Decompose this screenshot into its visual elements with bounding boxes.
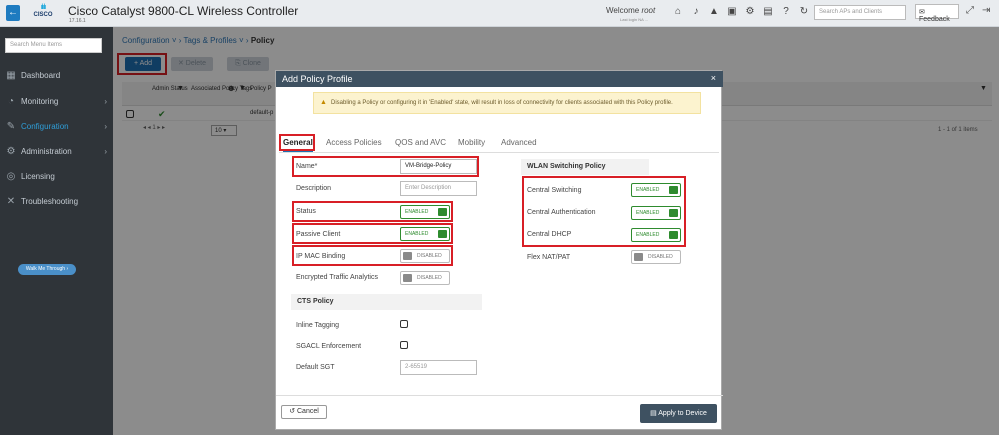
administration-icon: ⚙ — [6, 145, 16, 157]
bell-icon[interactable]: ♪ — [690, 6, 702, 18]
configuration-icon: ✎ — [6, 120, 16, 132]
refresh-icon[interactable]: ↻ — [798, 6, 810, 18]
envelope-icon: ✉ — [919, 9, 925, 16]
highlight-box — [292, 245, 453, 266]
document-icon[interactable]: ▤ — [762, 6, 774, 18]
back-arrow-icon[interactable]: ← — [6, 5, 20, 21]
cancel-button[interactable]: ↺ Cancel — [281, 405, 327, 419]
gear-icon[interactable]: ⚙ — [744, 6, 756, 18]
default-sgt-input[interactable]: 2-65519 — [400, 360, 477, 375]
dialog-footer: ↺ Cancel ▤ Apply to Device — [276, 395, 723, 431]
wlan-switching-heading: WLAN Switching Policy — [521, 159, 649, 175]
chevron-right-icon: › — [104, 146, 107, 156]
dialog-title: Add Policy Profile — [276, 71, 723, 87]
sidebar-item-administration[interactable]: ⚙ Administration › — [0, 140, 113, 162]
sgacl-label: SGACL Enforcement — [296, 343, 362, 350]
tab-advanced[interactable]: Advanced — [501, 138, 537, 147]
tab-mobility[interactable]: Mobility — [458, 138, 485, 147]
sidebar-item-configuration[interactable]: ✎ Configuration › — [0, 115, 113, 137]
inline-tagging-label: Inline Tagging — [296, 322, 340, 329]
warning-icon[interactable]: ▲ — [708, 6, 720, 18]
chevron-right-icon: › — [104, 121, 107, 131]
home-icon[interactable]: ⌂ — [672, 6, 684, 18]
inline-tagging-checkbox[interactable] — [400, 320, 408, 328]
sidebar-item-monitoring[interactable]: ◔ Monitoring › — [0, 90, 113, 112]
default-sgt-label: Default SGT — [296, 364, 335, 371]
chevron-right-icon: › — [104, 96, 107, 106]
dialog-tabs: General Access Policies QOS and AVC Mobi… — [279, 135, 719, 153]
sidebar-item-dashboard[interactable]: ▦ Dashboard — [0, 64, 113, 86]
description-label: Description — [296, 185, 332, 192]
logout-icon[interactable]: ⇥ — [982, 5, 990, 16]
tab-qos-avc[interactable]: QOS and AVC — [395, 138, 446, 147]
top-bar: ← ılıılı CISCO Cisco Catalyst 9800-CL Wi… — [0, 0, 999, 27]
warning-icon: ▲ — [320, 99, 327, 106]
highlight-box — [522, 176, 686, 247]
menu-search-input[interactable]: Search Menu Items — [5, 38, 102, 53]
help-icon[interactable]: ? — [780, 6, 792, 18]
flex-nat-toggle[interactable]: DISABLED — [631, 250, 681, 264]
warning-banner: ▲ Disabling a Policy or configuring it i… — [313, 92, 701, 114]
app-title: Cisco Catalyst 9800-CL Wireless Controll… — [68, 4, 299, 18]
highlight-box — [292, 156, 479, 177]
feedback-button[interactable]: ✉ Feedback — [915, 4, 959, 23]
description-input[interactable]: Enter Description — [400, 181, 477, 196]
welcome-text: Welcome root — [606, 6, 656, 15]
highlight-box — [292, 201, 453, 222]
sgacl-checkbox[interactable] — [400, 341, 408, 349]
walk-me-through-button[interactable]: Walk Me Through › — [18, 264, 76, 275]
dashboard-icon: ▦ — [6, 69, 16, 81]
flex-nat-label: Flex NAT/PAT — [527, 254, 571, 261]
expand-icon[interactable]: ⤢ — [966, 5, 974, 16]
sidebar-item-licensing[interactable]: ◎ Licensing — [0, 165, 113, 187]
highlight-box — [279, 134, 315, 151]
top-icon-bar: ⌂ ♪ ▲ ▣ ⚙ ▤ ? ↻ — [672, 6, 810, 18]
save-icon[interactable]: ▣ — [726, 6, 738, 18]
encrypted-traffic-label: Encrypted Traffic Analytics — [296, 274, 378, 281]
monitoring-icon: ◔ — [7, 95, 15, 107]
tab-access-policies[interactable]: Access Policies — [326, 138, 382, 147]
apply-to-device-button[interactable]: ▤ Apply to Device — [640, 404, 717, 423]
cts-policy-heading: CTS Policy — [291, 294, 482, 310]
app-version: 17.16.1 — [69, 18, 86, 24]
add-policy-profile-dialog: Add Policy Profile × ▲ Disabling a Polic… — [275, 70, 723, 431]
last-login-text: Last login NA ... — [620, 17, 649, 22]
cisco-logo: ılıılı CISCO — [33, 4, 53, 18]
troubleshooting-icon: ✕ — [6, 195, 16, 207]
close-icon[interactable]: × — [711, 73, 716, 83]
sidebar: Search Menu Items ▦ Dashboard ◔ Monitori… — [0, 27, 113, 435]
highlight-box — [292, 223, 453, 244]
licensing-icon: ◎ — [6, 170, 16, 182]
sidebar-item-troubleshooting[interactable]: ✕ Troubleshooting — [0, 190, 113, 212]
encrypted-traffic-toggle[interactable]: DISABLED — [400, 271, 450, 285]
search-aps-clients-input[interactable]: Search APs and Clients — [814, 5, 906, 20]
